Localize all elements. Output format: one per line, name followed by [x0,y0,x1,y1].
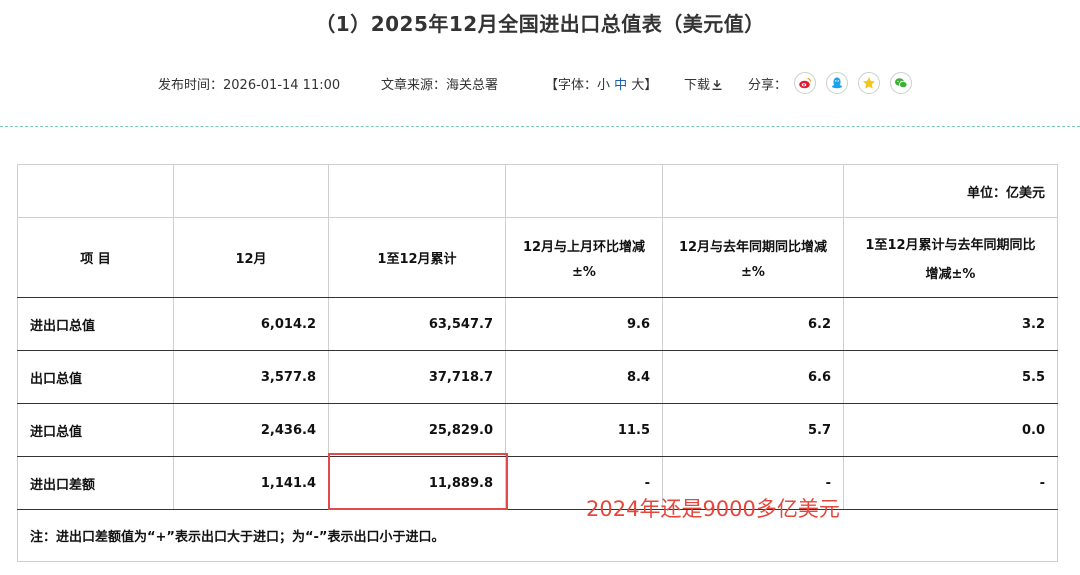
trade-value-table: 单位：亿美元 项 目 12月 1至12月累计 12月与上月环比增减 ±% 12月与… [17,164,1058,562]
cell-yoy: 5.7 [662,403,844,457]
cell-month: 1,141.4 [173,456,329,510]
wechat-icon[interactable] [890,72,912,94]
cell-ytd: 63,547.7 [328,297,506,351]
cell-yoy: 6.2 [662,297,844,351]
unit-label: 单位：亿美元 [843,164,1058,218]
table-row: 进出口差额 1,141.4 11,889.8 - - - [17,456,1058,510]
cell-month: 6,014.2 [173,297,329,351]
download-icon [712,80,722,90]
note-row: 注：进出口差额值为“+”表示出口大于进口；为“-”表示出口小于进口。 [17,509,1058,562]
font-size-close: 】 [644,78,658,93]
publish-time: 发布时间：2026-01-14 11:00 [158,78,341,93]
header-ytd-yoy-line2: 增减±% [925,266,976,282]
article-source: 文章来源：海关总署 [381,78,499,93]
unit-row: 单位：亿美元 [17,164,1058,218]
header-yoy-line1: 12月与去年同期同比增减 [678,239,828,255]
cell-ytd: 37,718.7 [328,350,506,404]
header-ytd: 1至12月累计 [328,217,506,298]
font-size-open: 【字体： [545,78,598,93]
cell-ytd-yoy: 0.0 [843,403,1058,457]
table-note: 注：进出口差额值为“+”表示出口大于进口；为“-”表示出口小于进口。 [17,509,1058,562]
header-row: 项 目 12月 1至12月累计 12月与上月环比增减 ±% 12月与去年同期同比增… [17,217,1058,298]
font-size-control: 【字体：小 中 大】 [545,74,657,93]
empty-cell [173,164,329,218]
header-yoy: 12月与去年同期同比增减 ±% [662,217,844,298]
cell-ytd: 25,829.0 [328,403,506,457]
annotation-text: 2024年还是9000多亿美元 [586,497,840,521]
empty-cell [328,164,506,218]
table-row: 出口总值 3,577.8 37,718.7 8.4 6.6 5.5 [17,350,1058,404]
cell-month: 3,577.8 [173,350,329,404]
section-divider [0,126,1080,127]
header-mom-line1: 12月与上月环比增减 [522,239,646,255]
table-row: 进出口总值 6,014.2 63,547.7 9.6 6.2 3.2 [17,297,1058,351]
font-small-link[interactable]: 小 [597,78,610,93]
article-meta-bar: 发布时间：2026-01-14 11:00 文章来源：海关总署 【字体：小 中 … [0,74,1080,96]
cell-mom: 11.5 [505,403,663,457]
header-mom-line2: ±% [572,264,596,280]
page-title: （1）2025年12月全国进出口总值表（美元值） [315,12,765,36]
row-label: 进出口总值 [17,297,174,351]
font-medium-link[interactable]: 中 [614,78,627,93]
share-label: 分享： [748,78,788,93]
weibo-icon[interactable] [794,72,816,94]
cell-ytd-yoy: 3.2 [843,297,1058,351]
empty-cell [17,164,174,218]
cell-yoy: 6.6 [662,350,844,404]
row-label: 出口总值 [17,350,174,404]
empty-cell [662,164,844,218]
row-label: 进出口差额 [17,456,174,510]
cell-ytd-yoy: - [843,456,1058,510]
header-ytd-yoy-line1: 1至12月累计与去年同期同比 [865,237,1036,253]
header-month: 12月 [173,217,329,298]
qzone-icon[interactable] [858,72,880,94]
download-link[interactable]: 下载 [684,74,722,93]
row-label: 进口总值 [17,403,174,457]
download-label: 下载 [684,78,711,93]
cell-ytd-yoy: 5.5 [843,350,1058,404]
qq-icon[interactable] [826,72,848,94]
header-item: 项 目 [17,217,174,298]
font-large-link[interactable]: 大 [631,78,644,93]
cell-ytd: 11,889.8 [328,456,506,510]
table-row: 进口总值 2,436.4 25,829.0 11.5 5.7 0.0 [17,403,1058,457]
empty-cell [505,164,663,218]
cell-mom: 9.6 [505,297,663,351]
cell-month: 2,436.4 [173,403,329,457]
header-mom: 12月与上月环比增减 ±% [505,217,663,298]
header-yoy-line2: ±% [741,264,765,280]
cell-mom: 8.4 [505,350,663,404]
header-ytd-yoy: 1至12月累计与去年同期同比 增减±% [843,217,1058,298]
